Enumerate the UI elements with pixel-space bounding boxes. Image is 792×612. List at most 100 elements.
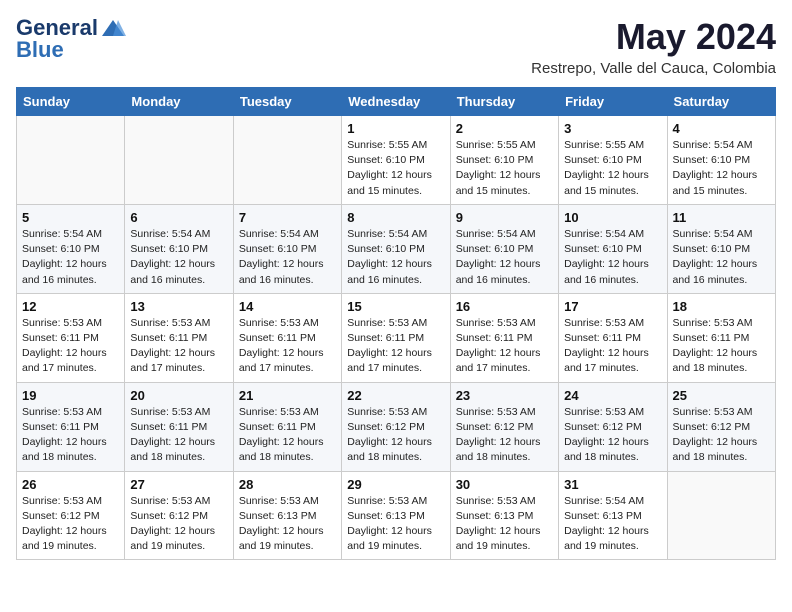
- day-number: 15: [347, 299, 444, 314]
- day-info: Sunrise: 5:53 AMSunset: 6:11 PMDaylight:…: [456, 316, 553, 377]
- day-number: 27: [130, 477, 227, 492]
- header-wednesday: Wednesday: [342, 88, 450, 116]
- calendar-cell: 30 Sunrise: 5:53 AMSunset: 6:13 PMDayligh…: [450, 471, 558, 560]
- subtitle: Restrepo, Valle del Cauca, Colombia: [531, 60, 776, 77]
- day-number: 4: [673, 121, 770, 136]
- header-sunday: Sunday: [17, 88, 125, 116]
- calendar-cell: 15 Sunrise: 5:53 AMSunset: 6:11 PMDayligh…: [342, 293, 450, 382]
- calendar-cell: 3 Sunrise: 5:55 AMSunset: 6:10 PMDaylight…: [559, 116, 667, 205]
- header-friday: Friday: [559, 88, 667, 116]
- day-info: Sunrise: 5:54 AMSunset: 6:10 PMDaylight:…: [673, 227, 770, 288]
- day-info: Sunrise: 5:53 AMSunset: 6:11 PMDaylight:…: [22, 405, 119, 466]
- calendar-cell: 28 Sunrise: 5:53 AMSunset: 6:13 PMDayligh…: [233, 471, 341, 560]
- header-saturday: Saturday: [667, 88, 775, 116]
- day-info: Sunrise: 5:53 AMSunset: 6:12 PMDaylight:…: [673, 405, 770, 466]
- day-info: Sunrise: 5:55 AMSunset: 6:10 PMDaylight:…: [347, 138, 444, 199]
- day-info: Sunrise: 5:53 AMSunset: 6:13 PMDaylight:…: [456, 494, 553, 555]
- month-title: May 2024: [531, 16, 776, 58]
- calendar-week-3: 12 Sunrise: 5:53 AMSunset: 6:11 PMDayligh…: [17, 293, 776, 382]
- calendar-cell: 4 Sunrise: 5:54 AMSunset: 6:10 PMDaylight…: [667, 116, 775, 205]
- calendar-cell: 5Sunrise: 5:54 AMSunset: 6:10 PMDaylight…: [17, 204, 125, 293]
- day-number: 29: [347, 477, 444, 492]
- calendar-cell: 16 Sunrise: 5:53 AMSunset: 6:11 PMDayligh…: [450, 293, 558, 382]
- day-number: 5: [22, 210, 119, 225]
- calendar-cell: 13 Sunrise: 5:53 AMSunset: 6:11 PMDayligh…: [125, 293, 233, 382]
- calendar-cell: 14 Sunrise: 5:53 AMSunset: 6:11 PMDayligh…: [233, 293, 341, 382]
- calendar-cell: 19Sunrise: 5:53 AMSunset: 6:11 PMDayligh…: [17, 382, 125, 471]
- day-info: Sunrise: 5:53 AMSunset: 6:11 PMDaylight:…: [22, 316, 119, 377]
- day-info: Sunrise: 5:54 AMSunset: 6:10 PMDaylight:…: [347, 227, 444, 288]
- logo: General Blue: [16, 16, 126, 62]
- day-number: 14: [239, 299, 336, 314]
- calendar-header-row: SundayMondayTuesdayWednesdayThursdayFrid…: [17, 88, 776, 116]
- day-number: 23: [456, 388, 553, 403]
- calendar: SundayMondayTuesdayWednesdayThursdayFrid…: [16, 87, 776, 560]
- day-number: 3: [564, 121, 661, 136]
- calendar-week-5: 26 Sunrise: 5:53 AMSunset: 6:12 PMDayligh…: [17, 471, 776, 560]
- day-number: 9: [456, 210, 553, 225]
- day-number: 22: [347, 388, 444, 403]
- day-number: 16: [456, 299, 553, 314]
- calendar-week-1: 1Sunrise: 5:55 AMSunset: 6:10 PMDaylight…: [17, 116, 776, 205]
- calendar-cell: 21 Sunrise: 5:53 AMSunset: 6:11 PMDayligh…: [233, 382, 341, 471]
- header-tuesday: Tuesday: [233, 88, 341, 116]
- calendar-cell: 23 Sunrise: 5:53 AMSunset: 6:12 PMDayligh…: [450, 382, 558, 471]
- day-number: 8: [347, 210, 444, 225]
- day-number: 12: [22, 299, 119, 314]
- day-number: 21: [239, 388, 336, 403]
- header-monday: Monday: [125, 88, 233, 116]
- title-area: May 2024 Restrepo, Valle del Cauca, Colo…: [531, 16, 776, 77]
- calendar-cell: 29Sunrise: 5:53 AMSunset: 6:13 PMDayligh…: [342, 471, 450, 560]
- calendar-cell: 24 Sunrise: 5:53 AMSunset: 6:12 PMDayligh…: [559, 382, 667, 471]
- calendar-cell: 22 Sunrise: 5:53 AMSunset: 6:12 PMDayligh…: [342, 382, 450, 471]
- day-info: Sunrise: 5:53 AMSunset: 6:11 PMDaylight:…: [673, 316, 770, 377]
- calendar-cell: 1Sunrise: 5:55 AMSunset: 6:10 PMDaylight…: [342, 116, 450, 205]
- day-number: 17: [564, 299, 661, 314]
- calendar-week-2: 5 Sunrise: 5:54 AMSunset: 6:10 PMDaylight…: [17, 204, 776, 293]
- day-info: Sunrise: 5:54 AMSunset: 6:10 PMDaylight:…: [673, 138, 770, 199]
- day-info: Sunrise: 5:53 AMSunset: 6:11 PMDaylight:…: [564, 316, 661, 377]
- calendar-cell: 2Sunrise: 5:55 AMSunset: 6:10 PMDaylight…: [450, 116, 558, 205]
- day-info: Sunrise: 5:53 AMSunset: 6:13 PMDaylight:…: [239, 494, 336, 555]
- day-info: Sunrise: 5:53 AMSunset: 6:11 PMDaylight:…: [239, 316, 336, 377]
- calendar-cell: [125, 116, 233, 205]
- calendar-cell: 11Sunrise: 5:54 AMSunset: 6:10 PMDayligh…: [667, 204, 775, 293]
- calendar-cell: 27 Sunrise: 5:53 AMSunset: 6:12 PMDayligh…: [125, 471, 233, 560]
- calendar-cell: 8 Sunrise: 5:54 AMSunset: 6:10 PMDaylight…: [342, 204, 450, 293]
- day-number: 6: [130, 210, 227, 225]
- day-info: Sunrise: 5:53 AMSunset: 6:11 PMDaylight:…: [130, 316, 227, 377]
- day-number: 30: [456, 477, 553, 492]
- day-info: Sunrise: 5:53 AMSunset: 6:12 PMDaylight:…: [22, 494, 119, 555]
- day-number: 28: [239, 477, 336, 492]
- day-number: 25: [673, 388, 770, 403]
- day-number: 18: [673, 299, 770, 314]
- calendar-cell: 26 Sunrise: 5:53 AMSunset: 6:12 PMDayligh…: [17, 471, 125, 560]
- header-thursday: Thursday: [450, 88, 558, 116]
- day-info: Sunrise: 5:53 AMSunset: 6:12 PMDaylight:…: [347, 405, 444, 466]
- calendar-cell: 7Sunrise: 5:54 AMSunset: 6:10 PMDaylight…: [233, 204, 341, 293]
- day-info: Sunrise: 5:53 AMSunset: 6:11 PMDaylight:…: [239, 405, 336, 466]
- day-number: 7: [239, 210, 336, 225]
- day-info: Sunrise: 5:55 AMSunset: 6:10 PMDaylight:…: [456, 138, 553, 199]
- day-info: Sunrise: 5:53 AMSunset: 6:12 PMDaylight:…: [564, 405, 661, 466]
- calendar-cell: 31Sunrise: 5:54 AMSunset: 6:13 PMDayligh…: [559, 471, 667, 560]
- calendar-cell: 6 Sunrise: 5:54 AMSunset: 6:10 PMDaylight…: [125, 204, 233, 293]
- day-info: Sunrise: 5:53 AMSunset: 6:12 PMDaylight:…: [456, 405, 553, 466]
- calendar-cell: 9Sunrise: 5:54 AMSunset: 6:10 PMDaylight…: [450, 204, 558, 293]
- day-info: Sunrise: 5:53 AMSunset: 6:12 PMDaylight:…: [130, 494, 227, 555]
- day-number: 26: [22, 477, 119, 492]
- calendar-cell: 25 Sunrise: 5:53 AMSunset: 6:12 PMDayligh…: [667, 382, 775, 471]
- calendar-cell: [17, 116, 125, 205]
- day-info: Sunrise: 5:53 AMSunset: 6:11 PMDaylight:…: [347, 316, 444, 377]
- logo-icon: [100, 18, 126, 40]
- logo-line2: Blue: [16, 38, 126, 62]
- day-number: 10: [564, 210, 661, 225]
- day-info: Sunrise: 5:53 AMSunset: 6:11 PMDaylight:…: [130, 405, 227, 466]
- day-info: Sunrise: 5:55 AMSunset: 6:10 PMDaylight:…: [564, 138, 661, 199]
- page-header: General Blue May 2024 Restrepo, Valle de…: [16, 16, 776, 77]
- day-info: Sunrise: 5:54 AMSunset: 6:10 PMDaylight:…: [130, 227, 227, 288]
- day-number: 13: [130, 299, 227, 314]
- day-number: 31: [564, 477, 661, 492]
- day-number: 24: [564, 388, 661, 403]
- day-info: Sunrise: 5:54 AMSunset: 6:10 PMDaylight:…: [564, 227, 661, 288]
